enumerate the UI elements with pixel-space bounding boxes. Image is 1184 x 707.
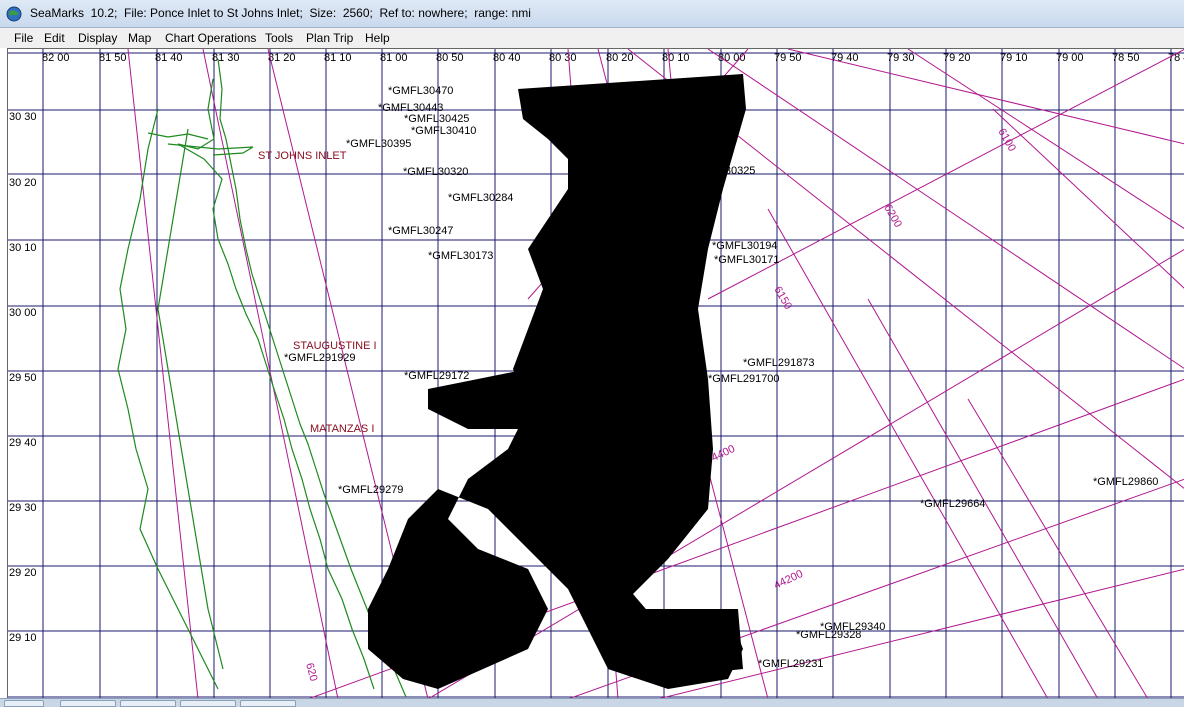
place-label: ST JOHNS INLET bbox=[258, 150, 347, 162]
menu-tools[interactable]: Tools bbox=[265, 31, 293, 45]
menu-chart-operations[interactable]: Chart Operations bbox=[165, 31, 256, 45]
longitude-label: 81 10 bbox=[324, 52, 352, 64]
longitude-label: 81 50 bbox=[99, 52, 127, 64]
loran-label: 6100 bbox=[995, 127, 1018, 154]
waypoint-label: *GMFL30284 bbox=[448, 192, 513, 204]
coastline bbox=[117, 108, 219, 690]
latitude-label: 29 30 bbox=[9, 502, 37, 514]
waypoint-label: *GMFL29328 bbox=[796, 629, 861, 641]
latitude-label: 30 10 bbox=[9, 242, 37, 254]
loran-label: 6150 bbox=[771, 285, 794, 312]
waypoint-label: *GMFL291929 bbox=[284, 352, 356, 364]
latitude-label: 29 40 bbox=[9, 437, 37, 449]
waypoint-label: *GMFL30171 bbox=[714, 254, 779, 266]
waypoint-label: *GMFL30470 bbox=[388, 85, 453, 97]
longitude-label: 81 30 bbox=[212, 52, 240, 64]
longitude-label: 79 10 bbox=[1000, 52, 1028, 64]
waypoint-label: *GMFL30325 bbox=[690, 165, 755, 177]
longitude-label: 79 50 bbox=[774, 52, 802, 64]
longitude-label: 80 40 bbox=[493, 52, 521, 64]
longitude-label: 82 00 bbox=[42, 52, 70, 64]
waypoint-label: *GMFL29172 bbox=[404, 370, 469, 382]
loran-label: 620 bbox=[303, 662, 319, 683]
waypoint-label: *GMFL29664 bbox=[920, 498, 985, 510]
longitude-label: 80 10 bbox=[662, 52, 690, 64]
menu-display[interactable]: Display bbox=[78, 31, 117, 45]
loran-line bbox=[992, 108, 1184, 289]
waypoint-label: *GMFL29860 bbox=[1093, 476, 1158, 488]
coastline bbox=[177, 78, 375, 690]
waypoint-cluster bbox=[638, 609, 743, 679]
menu-map[interactable]: Map bbox=[128, 31, 151, 45]
waypoint-label: *GMFL30173 bbox=[428, 250, 493, 262]
chart-canvas[interactable]: 82 00 81 50 81 40 81 30 81 20 81 10 81 00 80 50… bbox=[7, 48, 1184, 698]
latitude-label: 29 10 bbox=[9, 632, 37, 644]
menu-help[interactable]: Help bbox=[365, 31, 390, 45]
longitude-label: 81 40 bbox=[155, 52, 183, 64]
place-label: STAUGUSTINE I bbox=[293, 340, 377, 352]
waypoint-label: *GMFL29231 bbox=[758, 658, 823, 670]
waypoint-label: *GMFL30247 bbox=[388, 225, 453, 237]
loran-line bbox=[907, 49, 1184, 229]
waypoint-label: *GMFL29279 bbox=[338, 484, 403, 496]
longitude-label: 80 50 bbox=[436, 52, 464, 64]
nautical-chart[interactable]: 82 00 81 50 81 40 81 30 81 20 81 10 81 00 80 50… bbox=[8, 49, 1184, 698]
latitude-label: 30 00 bbox=[9, 307, 37, 319]
window-title: SeaMarks 10.2; File: Ponce Inlet to St J… bbox=[30, 6, 531, 20]
menu-plan-trip[interactable]: Plan Trip bbox=[306, 31, 353, 45]
loran-line bbox=[967, 398, 1148, 698]
longitude-label: 78 50 bbox=[1112, 52, 1140, 64]
latitude-label: 30 20 bbox=[9, 177, 37, 189]
waypoint-label: *GMFL30410 bbox=[411, 125, 476, 137]
longitude-label: 79 20 bbox=[943, 52, 971, 64]
menu-edit[interactable]: Edit bbox=[44, 31, 65, 45]
waypoint-label: *GMFL291700 bbox=[708, 373, 780, 385]
waypoint-label: *GMFL291873 bbox=[743, 357, 815, 369]
longitude-label: 81 00 bbox=[380, 52, 408, 64]
loran-label: 6200 bbox=[881, 203, 904, 230]
latitude-label: 29 50 bbox=[9, 372, 37, 384]
loran-line bbox=[767, 208, 1049, 698]
title-bar: SeaMarks 10.2; File: Ponce Inlet to St J… bbox=[0, 0, 1184, 28]
coastline bbox=[167, 143, 254, 156]
globe-icon bbox=[6, 6, 22, 22]
waypoint-label: *GMFL30194 bbox=[712, 240, 777, 252]
menu-bar: File Edit Display Map Chart Operations T… bbox=[0, 28, 1184, 48]
waypoint-label: *GMFL30395 bbox=[346, 138, 411, 150]
longitude-label: 80 20 bbox=[606, 52, 634, 64]
place-label: MATANZAS I bbox=[310, 423, 374, 435]
longitude-label: 81 20 bbox=[268, 52, 296, 64]
longitude-label: 80 30 bbox=[549, 52, 577, 64]
longitude-label: 79 30 bbox=[887, 52, 915, 64]
waypoint-label: *GMFL30320 bbox=[403, 166, 468, 178]
longitude-label: 79 00 bbox=[1056, 52, 1084, 64]
latitude-label: 30 30 bbox=[9, 111, 37, 123]
menu-file[interactable]: File bbox=[14, 31, 33, 45]
waypoint-label: *GMFL30425 bbox=[404, 113, 469, 125]
latitude-label: 29 20 bbox=[9, 567, 37, 579]
